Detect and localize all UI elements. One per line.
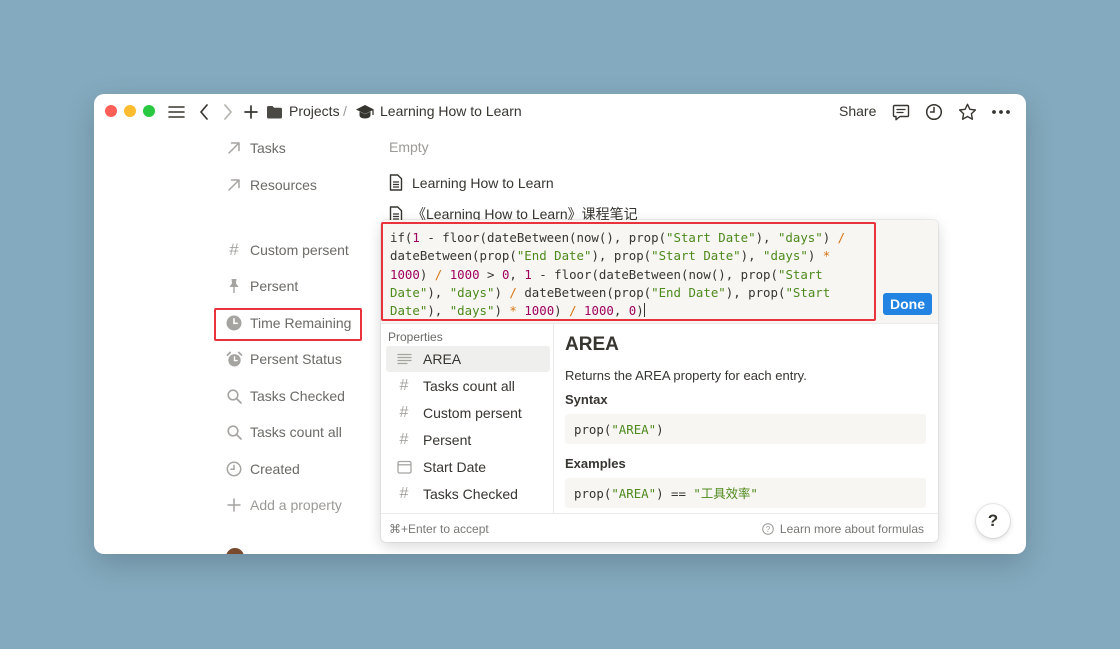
property-persent-status[interactable]: Persent Status xyxy=(224,346,364,372)
help-button[interactable]: ? xyxy=(976,504,1010,538)
number-hash-icon: # xyxy=(399,404,409,421)
plus-icon xyxy=(224,495,244,515)
example-code-block: prop("AREA") == "工具效率" xyxy=(565,478,926,508)
search-icon xyxy=(224,422,244,442)
property-created[interactable]: Created xyxy=(224,456,364,482)
syntax-heading: Syntax xyxy=(565,392,608,407)
option-label: Custom persent xyxy=(423,405,522,421)
breadcrumb-current-page[interactable]: Learning How to Learn xyxy=(380,103,522,119)
detail-title: AREA xyxy=(565,334,619,355)
code-end: ) xyxy=(656,421,664,437)
number-hash-icon: # xyxy=(399,485,409,502)
clock-icon xyxy=(224,313,244,333)
favorite-star-icon[interactable] xyxy=(956,100,978,124)
code-string: "AREA" xyxy=(611,485,657,501)
relation-arrow-icon xyxy=(224,138,244,158)
property-label: Persent Status xyxy=(250,351,342,367)
code-string: "AREA" xyxy=(611,421,657,437)
properties-list: Properties AREA # Tasks count all # Cust… xyxy=(381,324,554,513)
accept-shortcut-hint: ⌘+Enter to accept xyxy=(389,522,489,536)
title-bar: Projects / Learning How to Learn Share xyxy=(94,94,1026,130)
updates-clock-icon[interactable] xyxy=(923,100,945,124)
svg-text:?: ? xyxy=(766,525,771,534)
examples-heading: Examples xyxy=(565,456,626,471)
property-option-tasks-checked[interactable]: # Tasks Checked xyxy=(386,481,550,507)
property-option-start-date[interactable]: Start Date xyxy=(386,454,550,480)
property-option-tasks-count-all[interactable]: # Tasks count all xyxy=(386,373,550,399)
add-property-button[interactable]: Add a property xyxy=(224,492,364,518)
property-tasks-checked[interactable]: Tasks Checked xyxy=(224,383,364,409)
code-operator: ) == xyxy=(656,485,694,501)
new-page-plus-icon[interactable] xyxy=(242,100,260,124)
avatar[interactable] xyxy=(226,548,244,554)
comments-icon[interactable] xyxy=(890,100,912,124)
property-label: Time Remaining xyxy=(250,315,352,331)
property-label: Add a property xyxy=(250,497,342,513)
property-persent[interactable]: Persent xyxy=(224,273,364,299)
learn-more-label: Learn more about formulas xyxy=(779,522,924,536)
option-label: Persent xyxy=(423,432,472,448)
resource-title: Learning How to Learn xyxy=(412,174,554,191)
tasks-value-empty[interactable]: Empty xyxy=(389,139,429,155)
back-arrow-icon[interactable] xyxy=(196,100,212,124)
page-document-icon xyxy=(389,174,407,191)
calendar-icon xyxy=(393,460,415,474)
property-label: Tasks xyxy=(250,140,286,156)
share-button[interactable]: Share xyxy=(839,103,876,119)
function-detail-panel: AREA Returns the AREA property for each … xyxy=(555,324,938,513)
code-string: "工具效率" xyxy=(693,486,758,501)
option-label: Tasks Checked xyxy=(423,486,518,502)
property-label: Created xyxy=(250,461,300,477)
breadcrumb-projects[interactable]: Projects xyxy=(289,103,340,119)
code-fn: prop( xyxy=(574,421,612,437)
property-label: Tasks count all xyxy=(250,424,342,440)
property-label: Tasks Checked xyxy=(250,388,345,404)
property-option-custom-persent[interactable]: # Custom persent xyxy=(386,400,550,426)
question-circle-icon: ? xyxy=(762,523,774,535)
forward-arrow-icon[interactable] xyxy=(220,100,236,124)
formula-input[interactable]: if(1 - floor(dateBetween(now(), prop("St… xyxy=(381,220,938,324)
properties-section-label: Properties xyxy=(388,330,443,344)
property-tasks-count-all[interactable]: Tasks count all xyxy=(224,419,364,445)
number-hash-icon: # xyxy=(399,377,409,394)
maximize-window-button[interactable] xyxy=(143,105,155,117)
text-lines-icon xyxy=(393,353,415,365)
property-label: Resources xyxy=(250,177,317,193)
property-label: Persent xyxy=(250,278,299,294)
rollup-pin-icon xyxy=(224,276,244,296)
syntax-code-block: prop("AREA") xyxy=(565,414,926,444)
popup-footer: ⌘+Enter to accept ? Learn more about for… xyxy=(381,513,938,542)
detail-description: Returns the AREA property for each entry… xyxy=(565,368,807,383)
app-window: Projects / Learning How to Learn Share T… xyxy=(94,94,1026,554)
resource-link-1[interactable]: Learning How to Learn xyxy=(389,174,554,191)
close-window-button[interactable] xyxy=(105,105,117,117)
search-icon xyxy=(224,386,244,406)
formula-editor-popup: if(1 - floor(dateBetween(now(), prop("St… xyxy=(381,220,938,542)
property-label: Custom persent xyxy=(250,242,349,258)
learn-more-link[interactable]: ? Learn more about formulas xyxy=(762,522,924,536)
property-resources[interactable]: Resources xyxy=(224,172,364,198)
option-label: Tasks count all xyxy=(423,378,515,394)
sidebar-menu-icon[interactable] xyxy=(166,100,186,124)
minimize-window-button[interactable] xyxy=(124,105,136,117)
property-option-persent[interactable]: # Persent xyxy=(386,427,550,453)
property-time-remaining[interactable]: Time Remaining xyxy=(224,310,364,336)
clock-outline-icon xyxy=(224,459,244,479)
number-hash-icon: # xyxy=(399,431,409,448)
formula-code[interactable]: if(1 - floor(dateBetween(now(), prop("St… xyxy=(390,229,860,320)
breadcrumb-separator: / xyxy=(343,103,347,119)
more-options-icon[interactable] xyxy=(989,100,1013,124)
done-button[interactable]: Done xyxy=(883,293,932,315)
number-hash-icon: # xyxy=(229,240,239,259)
graduation-cap-icon xyxy=(354,100,376,124)
folder-icon xyxy=(264,100,284,124)
option-label: Start Date xyxy=(423,459,487,475)
property-option-area[interactable]: AREA xyxy=(386,346,550,372)
property-custom-persent[interactable]: # Custom persent xyxy=(224,237,364,263)
code-fn: prop( xyxy=(574,485,612,501)
option-label: AREA xyxy=(423,351,462,367)
alarm-clock-icon xyxy=(224,349,244,369)
relation-arrow-icon xyxy=(224,175,244,195)
property-tasks[interactable]: Tasks xyxy=(224,135,364,161)
